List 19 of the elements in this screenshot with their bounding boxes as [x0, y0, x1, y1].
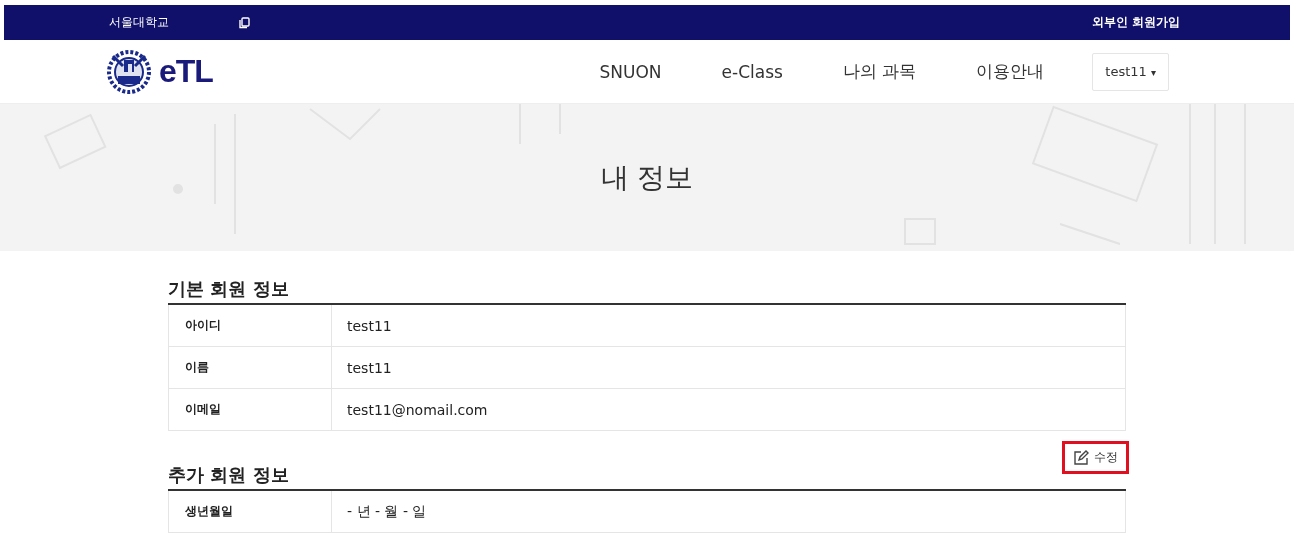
field-value: test11 — [346, 358, 392, 378]
signup-link[interactable]: 외부인 회원가입 — [1091, 14, 1180, 31]
edit-icon — [1073, 449, 1089, 466]
emblem-drawing — [107, 49, 151, 94]
field-value: - 년 - 월 - 일 — [346, 501, 427, 521]
university-link[interactable]: 서울대학교 — [109, 14, 169, 31]
section-title: 기본 회원 정보 — [168, 277, 289, 301]
nav-link[interactable]: SNUON — [599, 61, 662, 82]
user-menu-button[interactable]: test11 ▾ — [1092, 52, 1169, 91]
nav-link[interactable]: e-Class — [721, 61, 783, 82]
field-value: test11@nomail.com — [346, 400, 488, 420]
section-title: 추가 회원 정보 — [168, 463, 289, 487]
nav-link[interactable]: 이용안내 — [976, 60, 1045, 83]
field-value: test11 — [346, 316, 392, 336]
nav-link[interactable]: 나의 과목 — [842, 60, 917, 83]
logo[interactable]: eTL — [159, 53, 213, 90]
edit-button[interactable]: 수정 — [1065, 444, 1126, 471]
copy-icon[interactable] — [239, 16, 250, 29]
page-title: 내 정보 — [600, 159, 694, 196]
